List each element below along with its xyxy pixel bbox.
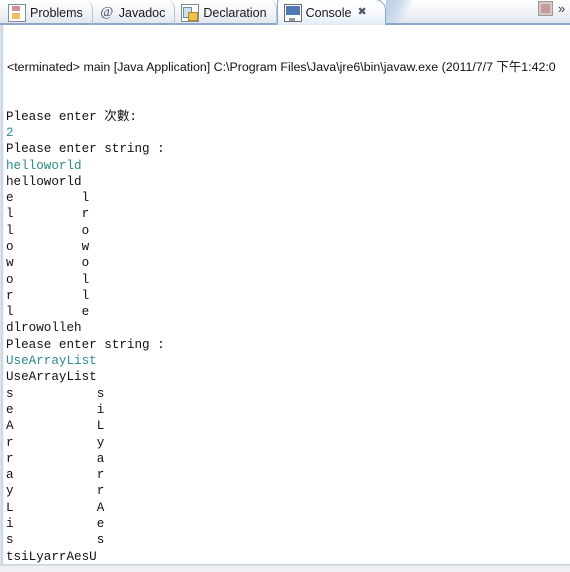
tab-console-label: Console (305, 5, 352, 20)
tab-javadoc[interactable]: @ Javadoc (93, 0, 176, 26)
tab-javadoc-label: Javadoc (118, 5, 166, 20)
console-line: l o (6, 223, 90, 238)
console-line: tsiLyarrAesU (6, 549, 97, 564)
console-line: 2 (6, 125, 14, 140)
tab-problems-label: Problems (30, 5, 83, 20)
console-line: Please enter 次數: (6, 109, 137, 124)
console-view: Problems @ Javadoc Declaration Console ✖… (0, 0, 570, 572)
console-line: Please enter string : (6, 337, 165, 352)
console-text[interactable]: <terminated> main [Java Application] C:\… (4, 25, 570, 564)
tab-bar-filler (430, 0, 538, 25)
console-line: UseArrayList (6, 354, 97, 369)
view-tab-bar: Problems @ Javadoc Declaration Console ✖… (0, 0, 570, 26)
console-line: w o (6, 256, 90, 271)
tab-declaration[interactable]: Declaration (175, 0, 277, 26)
tab-problems[interactable]: Problems (2, 0, 93, 26)
console-line: r l (6, 288, 90, 303)
console-line: Please enter string : (6, 142, 165, 157)
bottom-status-strip (0, 565, 570, 572)
declaration-icon (181, 3, 200, 22)
launch-configuration-line: <terminated> main [Java Application] C:\… (7, 60, 556, 75)
console-line: e l (6, 191, 90, 206)
console-line: A L (6, 419, 105, 434)
console-line: r a (6, 451, 105, 466)
tab-bar-curve (385, 0, 430, 26)
console-lines: Please enter 次數: 2 Please enter string : he… (6, 109, 570, 564)
console-line: l e (6, 305, 90, 320)
console-line: s s (6, 386, 105, 401)
view-toolbar: » (538, 0, 570, 25)
console-line: e i (6, 402, 105, 417)
console-line: l r (6, 207, 90, 222)
console-line: helloworld (6, 158, 82, 173)
console-line: o l (6, 272, 90, 287)
console-line: r y (6, 435, 105, 450)
console-line: s s (6, 533, 105, 548)
console-line: UseArrayList (6, 370, 97, 385)
tab-console[interactable]: Console ✖ (276, 0, 386, 26)
console-line: y r (6, 484, 105, 499)
javadoc-icon: @ (100, 4, 114, 20)
close-icon[interactable]: ✖ (357, 7, 366, 18)
console-line: i e (6, 517, 105, 532)
console-line: L A (6, 500, 105, 515)
stop-terminate-icon[interactable] (538, 1, 553, 17)
problems-icon (8, 3, 26, 22)
console-line: a r (6, 468, 105, 483)
console-line: helloworld (6, 174, 82, 189)
tab-declaration-label: Declaration (203, 5, 267, 20)
console-line: dlrowolleh (6, 321, 82, 336)
console-output-area[interactable]: <terminated> main [Java Application] C:\… (0, 25, 570, 565)
console-line: o w (6, 239, 90, 254)
console-icon (283, 3, 302, 22)
view-menu-chevrons-icon[interactable]: » (558, 2, 566, 15)
